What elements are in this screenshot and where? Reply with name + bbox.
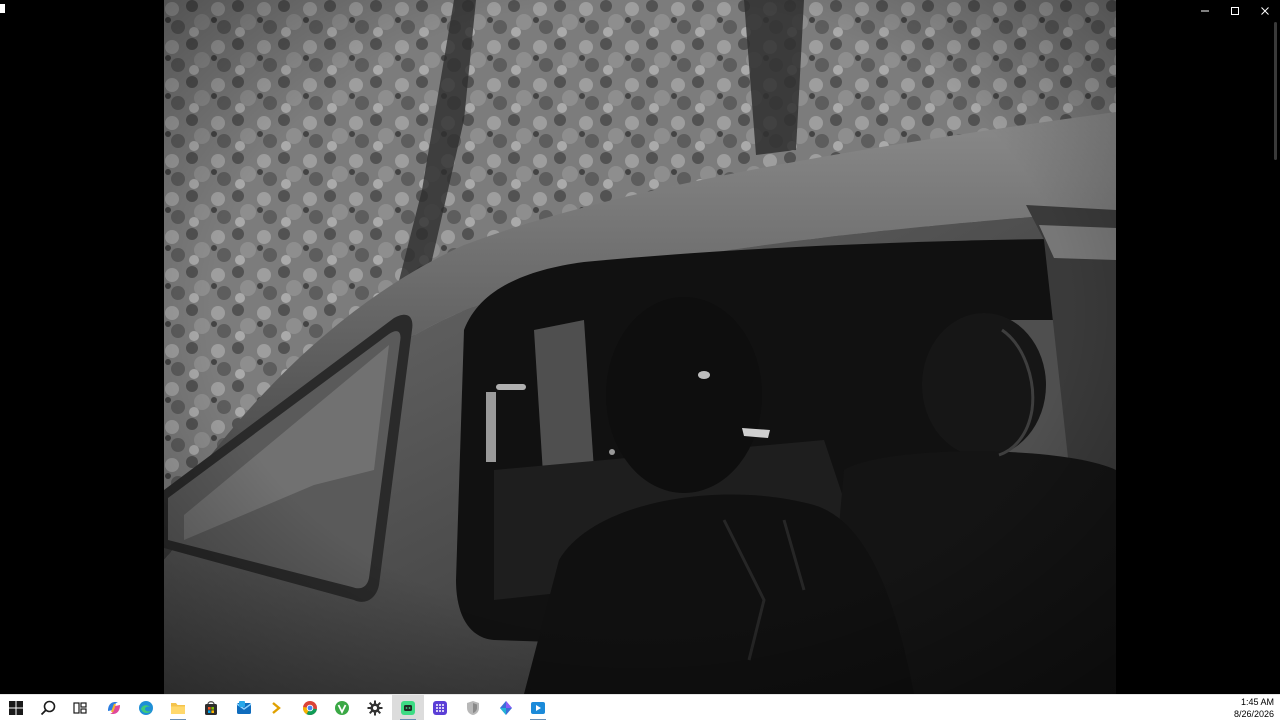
copilot-button[interactable] <box>98 695 130 720</box>
diamond-icon <box>500 701 512 715</box>
scrollbar-thumb[interactable] <box>1274 22 1277 160</box>
chrome-button[interactable] <box>294 695 326 720</box>
terminal-icon <box>272 702 281 714</box>
shield-app-button[interactable] <box>457 695 489 720</box>
grid-app-icon <box>433 701 447 715</box>
store-icon <box>205 701 217 715</box>
grid-app-button[interactable] <box>424 695 456 720</box>
media-player-button[interactable] <box>522 695 554 720</box>
close-button[interactable] <box>1250 0 1280 22</box>
gear-icon <box>367 700 383 716</box>
windows-logo-icon <box>9 701 23 715</box>
edge-button[interactable] <box>130 695 162 720</box>
green-app-icon <box>335 701 349 715</box>
taskbar: 1:45 AM 8/26/2026 <box>0 694 1280 720</box>
media-player-icon <box>531 702 545 714</box>
folder-icon <box>171 703 185 714</box>
maximize-button[interactable] <box>1220 0 1250 22</box>
image-viewer-window <box>0 0 1280 694</box>
terminal-button[interactable] <box>260 695 292 720</box>
chrome-icon <box>303 701 317 716</box>
close-icon <box>1261 7 1269 15</box>
window-edge-marker <box>0 4 5 13</box>
system-clock[interactable]: 1:45 AM 8/26/2026 <box>1204 696 1274 720</box>
start-button[interactable] <box>0 695 32 720</box>
mail-button[interactable] <box>228 695 260 720</box>
search-icon <box>40 700 56 716</box>
store-button[interactable] <box>195 695 227 720</box>
clock-time: 1:45 AM <box>1240 697 1274 707</box>
green-app-button[interactable] <box>326 695 358 720</box>
chat-app-icon <box>401 701 415 715</box>
task-view-button[interactable] <box>64 695 96 720</box>
chat-app-button[interactable] <box>392 695 424 720</box>
mail-icon <box>236 701 252 714</box>
edge-icon <box>139 701 153 715</box>
task-view-icon <box>73 702 87 714</box>
diamond-app-button[interactable] <box>490 695 522 720</box>
window-controls <box>1190 0 1280 22</box>
minimize-button[interactable] <box>1190 0 1220 22</box>
clock-date: 8/26/2026 <box>1233 709 1274 719</box>
shield-icon <box>467 701 479 715</box>
file-explorer-button[interactable] <box>162 695 194 720</box>
settings-button[interactable] <box>359 695 391 720</box>
maximize-icon <box>1231 7 1239 15</box>
minimize-icon <box>1201 10 1209 12</box>
photo <box>164 0 1116 694</box>
copilot-icon <box>108 702 120 714</box>
search-button[interactable] <box>32 695 64 720</box>
